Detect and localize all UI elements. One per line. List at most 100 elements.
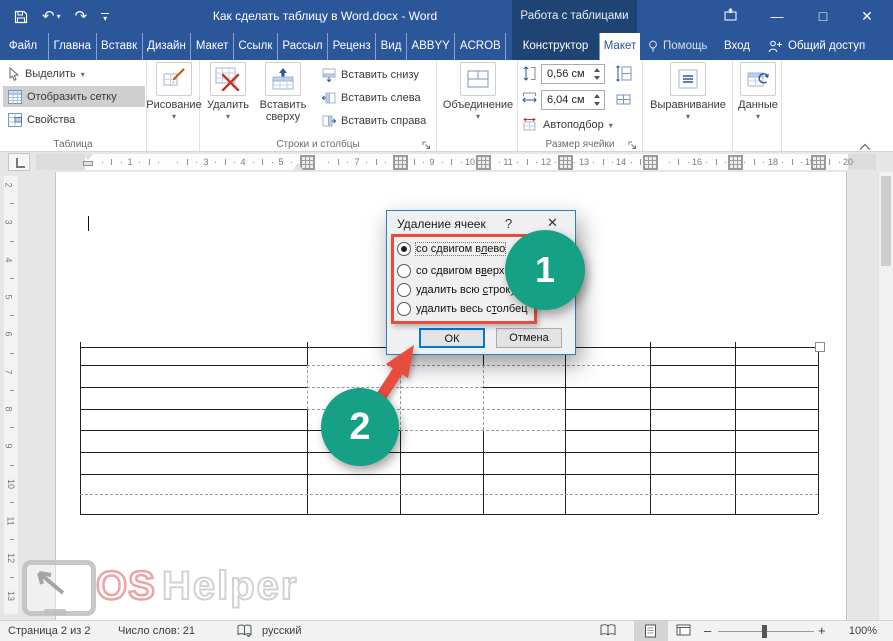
zoom-out-button[interactable]: – xyxy=(704,621,711,641)
read-mode-icon[interactable] xyxy=(600,624,616,639)
data-button[interactable]: Данные ▾ xyxy=(738,62,778,121)
draw-table-button[interactable]: Рисование ▾ xyxy=(156,62,192,121)
language-indicator[interactable]: русский xyxy=(262,621,301,641)
show-gridlines-button[interactable]: Отобразить сетку xyxy=(3,86,145,107)
tab-help[interactable]: Помощь xyxy=(648,33,707,60)
chevron-down-icon: ▾ xyxy=(476,113,480,121)
share-button[interactable]: Общий доступ xyxy=(768,33,865,60)
autofit-button[interactable]: Автоподбор▾ xyxy=(518,114,618,135)
vertical-scrollbar[interactable] xyxy=(878,172,893,620)
undo-button[interactable]: ↶▾ xyxy=(42,9,61,24)
dialog-title: Удаление ячеек xyxy=(397,217,486,231)
scrollbar-thumb[interactable] xyxy=(881,176,891,266)
radio-button[interactable] xyxy=(397,283,411,297)
redo-button[interactable]: ↷ xyxy=(75,9,88,24)
alignment-button[interactable]: Выравнивание ▾ xyxy=(667,62,709,121)
tab-references[interactable]: Ссылк xyxy=(234,33,278,60)
ruler-column-marker[interactable] xyxy=(476,155,491,170)
ruler-column-marker[interactable] xyxy=(393,155,408,170)
tab-mailings[interactable]: Рассыл xyxy=(278,33,328,60)
horizontal-ruler[interactable]: 1345789101112131416181920 xyxy=(36,154,876,170)
tab-view[interactable]: Вид xyxy=(376,33,407,60)
zoom-level[interactable]: 100% xyxy=(838,621,888,641)
delete-button[interactable]: Удалить ▾ xyxy=(206,62,250,121)
maximize-button[interactable]: □ xyxy=(806,0,840,33)
radio-button[interactable] xyxy=(397,302,411,316)
radio-option[interactable]: со сдвигом влево xyxy=(397,241,505,257)
tab-acrobat[interactable]: ACROB xyxy=(455,33,506,60)
tab-layout[interactable]: Макет xyxy=(191,33,234,60)
ruler-column-marker[interactable] xyxy=(728,155,743,170)
chevron-down-icon: ▾ xyxy=(686,113,690,121)
ruler-tick xyxy=(706,162,707,163)
ruler-tick xyxy=(829,159,830,165)
distribute-rows-icon[interactable] xyxy=(615,65,632,87)
minimize-button[interactable]: — xyxy=(760,0,794,33)
ruler-column-marker[interactable] xyxy=(558,155,573,170)
zoom-slider-thumb[interactable] xyxy=(762,625,767,638)
table-border-horizontal xyxy=(80,452,818,453)
ruler-tick xyxy=(177,162,178,163)
tab-file[interactable]: Файл xyxy=(0,33,46,60)
word-count[interactable]: Число слов: 21 xyxy=(118,621,195,641)
merge-button[interactable]: Объединение ▾ xyxy=(459,62,497,121)
tab-insert[interactable]: Вставк xyxy=(97,33,143,60)
table-resize-handle[interactable] xyxy=(815,342,825,352)
insert-left-button[interactable]: Вставить слева xyxy=(317,87,426,108)
close-button[interactable]: ✕ xyxy=(850,0,884,33)
tab-abbyy[interactable]: ABBYY xyxy=(407,33,455,60)
table-properties-button[interactable]: Свойства xyxy=(3,109,80,130)
row-height-field[interactable]: 0,56 см xyxy=(541,64,605,84)
zoom-in-button[interactable]: + xyxy=(818,621,826,641)
ruler-number: 9 xyxy=(429,154,434,170)
select-button[interactable]: Выделить▾ xyxy=(3,63,90,84)
cancel-button[interactable]: Отмена xyxy=(496,328,562,348)
insert-right-button[interactable]: Вставить справа xyxy=(317,110,431,131)
print-layout-icon[interactable] xyxy=(644,624,657,641)
page-indicator[interactable]: Страница 2 из 2 xyxy=(8,621,90,641)
tab-table-layout-active[interactable]: Макет xyxy=(600,33,640,60)
ruler-column-marker[interactable] xyxy=(811,155,826,170)
dialog-close-icon[interactable]: ✕ xyxy=(547,215,558,231)
radio-option[interactable]: удалить всю строку xyxy=(397,282,516,298)
left-indent-marker[interactable] xyxy=(83,161,93,166)
save-icon[interactable] xyxy=(14,10,28,24)
customize-qat-icon[interactable]: ▾ xyxy=(101,13,109,21)
dialog-help-button[interactable]: ? xyxy=(505,216,512,231)
tab-review[interactable]: Реценз xyxy=(328,33,376,60)
insert-above-button[interactable]: Вставитьсверху xyxy=(254,62,312,123)
dialog-launcher-icon[interactable] xyxy=(422,138,432,148)
dialog-launcher-icon[interactable] xyxy=(628,138,638,148)
undo-dropdown-icon[interactable]: ▾ xyxy=(57,13,61,21)
tab-home[interactable]: Главна xyxy=(48,33,97,60)
tab-design[interactable]: Дизайн xyxy=(143,33,192,60)
web-layout-icon[interactable] xyxy=(676,624,691,639)
ruler-column-marker[interactable] xyxy=(300,155,315,170)
alignment-icon xyxy=(670,62,706,96)
sign-in-button[interactable]: Вход xyxy=(724,33,750,60)
vertical-ruler[interactable]: 2345678910111213 xyxy=(4,176,18,614)
table-border-horizontal xyxy=(400,430,565,431)
ruler-number: 4 xyxy=(240,154,245,170)
tab-table-design[interactable]: Конструктор xyxy=(512,33,600,60)
table-border-horizontal xyxy=(650,365,818,366)
radio-option[interactable]: удалить весь столбец xyxy=(397,301,528,317)
tab-stop-selector[interactable] xyxy=(8,153,30,171)
ruler-column-marker[interactable] xyxy=(643,155,658,170)
distribute-columns-icon[interactable] xyxy=(615,91,632,113)
annotation-step-2: 2 xyxy=(321,388,399,466)
ruler-tick xyxy=(669,162,670,163)
radio-button[interactable] xyxy=(397,242,411,256)
column-width-stepper[interactable] xyxy=(590,92,603,108)
radio-option[interactable]: со сдвигом вверх xyxy=(397,263,504,279)
ok-button[interactable]: ОК xyxy=(419,328,485,348)
gridlines-icon xyxy=(8,90,22,104)
row-height-stepper[interactable] xyxy=(590,66,603,82)
ribbon-display-options-button[interactable] xyxy=(713,0,747,33)
insert-above-icon xyxy=(265,62,301,96)
column-width-field[interactable]: 6,04 см xyxy=(541,90,605,110)
radio-button[interactable] xyxy=(397,264,411,278)
table-border-horizontal xyxy=(80,409,307,410)
proofing-icon[interactable] xyxy=(237,624,252,640)
insert-below-button[interactable]: Вставить снизу xyxy=(317,64,424,85)
